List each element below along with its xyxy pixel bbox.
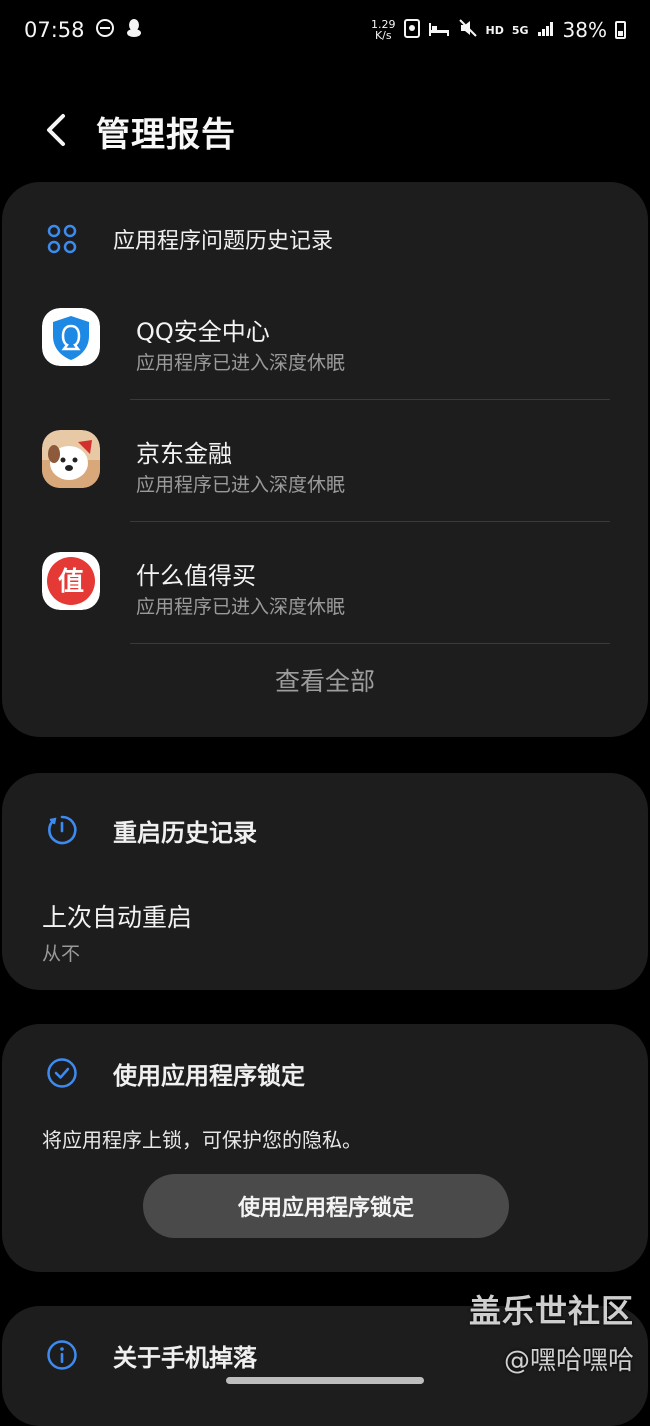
app-issues-title: 应用程序问题历史记录 — [113, 229, 334, 254]
page-header: 管理报告 — [0, 95, 650, 165]
hd-voice-badge: HD — [485, 23, 504, 37]
smzdm-icon: 值 — [42, 552, 100, 610]
app-row-qq-security[interactable]: QQ安全中心 应用程序已进入深度休眠 — [2, 278, 648, 400]
signal-icon — [537, 18, 555, 42]
app-name: 京东金融 — [136, 440, 232, 468]
app-status: 应用程序已进入深度休眠 — [136, 352, 346, 374]
app-name: QQ安全中心 — [136, 318, 270, 346]
network-speed: 1.29 K/s — [371, 18, 396, 42]
last-auto-restart-label: 上次自动重启 — [42, 903, 193, 932]
back-button[interactable] — [36, 105, 76, 155]
app-row-jd-finance[interactable]: 京东金融 应用程序已进入深度休眠 — [2, 400, 648, 522]
battery-percent: 38% — [562, 18, 607, 42]
divider — [130, 643, 610, 644]
page-title: 管理报告 — [96, 115, 236, 155]
restart-history-title: 重启历史记录 — [113, 818, 257, 847]
mute-icon — [458, 18, 478, 43]
qq-notification-icon — [125, 18, 143, 43]
status-bar: 07:58 1.29 K/s HD 5G 38% — [0, 0, 650, 60]
view-all-button[interactable]: 查看全部 — [2, 662, 648, 698]
app-status: 应用程序已进入深度休眠 — [136, 474, 346, 496]
restart-icon — [44, 812, 80, 848]
app-lock-title: 使用应用程序锁定 — [113, 1061, 305, 1090]
watermark-user: @嘿哈嘿哈 — [503, 1346, 634, 1376]
clock: 07:58 — [24, 18, 85, 42]
check-circle-icon — [44, 1055, 80, 1091]
back-arrow-icon — [47, 114, 65, 146]
qq-security-icon — [42, 308, 100, 366]
jd-finance-icon — [42, 430, 100, 488]
app-row-smzdm[interactable]: 值 什么值得买 应用程序已进入深度休眠 — [2, 522, 648, 644]
smzdm-glyph: 值 — [58, 567, 84, 597]
app-name: 什么值得买 — [136, 562, 256, 590]
app-lock-description: 将应用程序上锁，可保护您的隐私。 — [42, 1128, 362, 1152]
vpn-key-icon — [403, 18, 420, 43]
restart-history-card: 重启历史记录 上次自动重启 从不 — [2, 773, 648, 990]
do-not-disturb-icon — [95, 18, 115, 43]
info-icon — [44, 1337, 80, 1373]
last-auto-restart-value: 从不 — [42, 943, 81, 965]
app-status: 应用程序已进入深度休眠 — [136, 596, 346, 618]
app-lock-card: 使用应用程序锁定 将应用程序上锁，可保护您的隐私。 使用应用程序锁定 — [2, 1024, 648, 1272]
use-app-lock-button[interactable]: 使用应用程序锁定 — [143, 1174, 509, 1238]
home-indicator[interactable] — [226, 1377, 424, 1384]
app-issues-card: 应用程序问题历史记录 QQ安全中心 应用程序已进入深度休眠 京东金融 应用程序已… — [2, 182, 648, 737]
apps-grid-icon — [44, 221, 80, 257]
watermark: 盖乐世社区 @嘿哈嘿哈 — [469, 1286, 634, 1377]
battery-icon — [615, 21, 626, 39]
sleep-mode-icon — [428, 18, 450, 42]
network-type-badge: 5G — [511, 23, 529, 37]
watermark-community: 盖乐世社区 — [468, 1292, 634, 1330]
drop-detection-title: 关于手机掉落 — [113, 1343, 257, 1372]
